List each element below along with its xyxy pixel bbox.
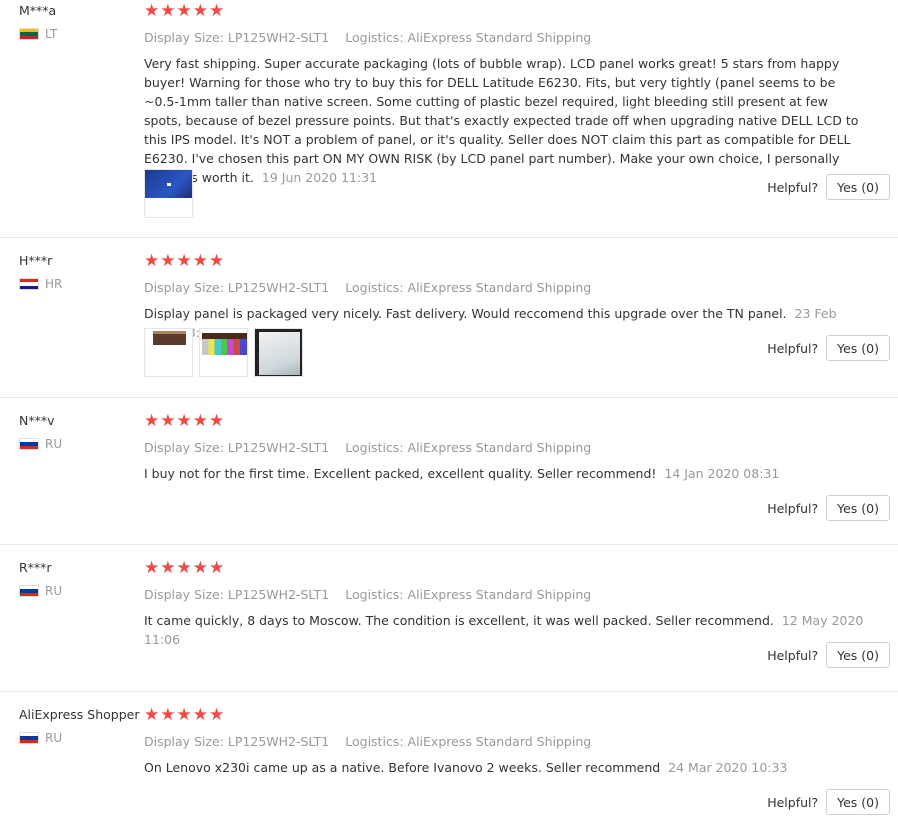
review-meta: Display Size: LP125WH2-SLT1 Logistics: A…: [144, 734, 864, 749]
review-item: R***r RU ★★★★★ Display Size: LP125WH2-SL…: [0, 545, 898, 692]
display-size-label: Display Size:: [144, 280, 224, 295]
review-meta: Display Size: LP125WH2-SLT1 Logistics: A…: [144, 587, 864, 602]
review-date: 19 Jun 2020 11:31: [261, 170, 378, 185]
logistics-value: AliExpress Standard Shipping: [407, 440, 592, 455]
review-body: Very fast shipping. Super accurate packa…: [144, 56, 859, 185]
review-meta: Display Size: LP125WH2-SLT1 Logistics: A…: [144, 280, 864, 295]
display-size-label: Display Size:: [144, 587, 224, 602]
reviewer-country: LT: [19, 27, 139, 41]
reviewer-info: M***a LT: [19, 3, 139, 41]
helpful-section: Helpful? Yes (0): [767, 789, 890, 815]
review-date: 24 Mar 2020 10:33: [668, 760, 788, 775]
review-body: On Lenovo x230i came up as a native. Bef…: [144, 760, 661, 775]
review-text: Very fast shipping. Super accurate packa…: [144, 54, 864, 187]
helpful-section: Helpful? Yes (0): [767, 174, 890, 200]
review-meta: Display Size: LP125WH2-SLT1 Logistics: A…: [144, 30, 864, 45]
review-item: AliExpress Shopper RU ★★★★★ Display Size…: [0, 692, 898, 835]
reviewer-name: AliExpress Shopper: [19, 707, 140, 722]
russia-flag-icon: [19, 585, 39, 597]
display-size-label: Display Size:: [144, 440, 224, 455]
display-size-value: LP125WH2-SLT1: [227, 30, 330, 45]
review-photo-thumbnail[interactable]: [254, 328, 303, 377]
review-photos: [144, 328, 303, 377]
reviewer-info: AliExpress Shopper RU: [19, 707, 139, 745]
helpful-label: Helpful?: [767, 500, 819, 516]
helpful-label: Helpful?: [767, 647, 819, 663]
review-content: ★★★★★ Display Size: LP125WH2-SLT1 Logist…: [144, 707, 864, 777]
logistics-label: Logistics:: [345, 587, 404, 602]
country-code: RU: [45, 731, 63, 745]
review-text: It came quickly, 8 days to Moscow. The c…: [144, 611, 864, 649]
review-photo-thumbnail[interactable]: [144, 169, 193, 218]
country-code: HR: [45, 277, 63, 291]
display-size-value: LP125WH2-SLT1: [227, 734, 330, 749]
reviewer-country: RU: [19, 584, 139, 598]
star-rating: ★★★★★: [144, 705, 226, 725]
review-body: Display panel is packaged very nicely. F…: [144, 306, 787, 321]
reviewer-country: RU: [19, 437, 139, 451]
country-code: RU: [45, 584, 63, 598]
country-code: RU: [45, 437, 63, 451]
review-body: I buy not for the first time. Excellent …: [144, 466, 657, 481]
star-rating: ★★★★★: [144, 1, 226, 21]
reviewer-info: R***r RU: [19, 560, 139, 598]
helpful-yes-button[interactable]: Yes (0): [826, 642, 890, 668]
russia-flag-icon: [19, 438, 39, 450]
review-text: I buy not for the first time. Excellent …: [144, 464, 864, 483]
star-rating: ★★★★★: [144, 251, 226, 271]
review-content: ★★★★★ Display Size: LP125WH2-SLT1 Logist…: [144, 3, 864, 187]
reviewer-info: N***v RU: [19, 413, 139, 451]
display-size-value: LP125WH2-SLT1: [227, 587, 330, 602]
logistics-label: Logistics:: [345, 440, 404, 455]
logistics-label: Logistics:: [345, 30, 404, 45]
logistics-value: AliExpress Standard Shipping: [407, 30, 592, 45]
helpful-section: Helpful? Yes (0): [767, 495, 890, 521]
russia-flag-icon: [19, 732, 39, 744]
reviewer-name: M***a: [19, 3, 57, 18]
star-rating: ★★★★★: [144, 411, 226, 431]
helpful-label: Helpful?: [767, 794, 819, 810]
helpful-yes-button[interactable]: Yes (0): [826, 174, 890, 200]
logistics-value: AliExpress Standard Shipping: [407, 734, 592, 749]
review-photos: [144, 169, 193, 218]
review-photo-thumbnail[interactable]: [199, 328, 248, 377]
review-body: It came quickly, 8 days to Moscow. The c…: [144, 613, 774, 628]
reviewer-country: RU: [19, 731, 139, 745]
display-size-label: Display Size:: [144, 30, 224, 45]
review-meta: Display Size: LP125WH2-SLT1 Logistics: A…: [144, 440, 864, 455]
review-date: 14 Jan 2020 08:31: [664, 466, 780, 481]
country-code: LT: [45, 27, 58, 41]
logistics-label: Logistics:: [345, 734, 404, 749]
display-size-value: LP125WH2-SLT1: [227, 280, 330, 295]
reviewer-name: H***r: [19, 253, 53, 268]
display-size-value: LP125WH2-SLT1: [227, 440, 330, 455]
helpful-yes-button[interactable]: Yes (0): [826, 495, 890, 521]
reviewer-info: H***r HR: [19, 253, 139, 291]
logistics-value: AliExpress Standard Shipping: [407, 280, 592, 295]
review-item: M***a LT ★★★★★ Display Size: LP125WH2-SL…: [0, 0, 898, 238]
star-rating: ★★★★★: [144, 558, 226, 578]
logistics-value: AliExpress Standard Shipping: [407, 587, 592, 602]
review-item: H***r HR ★★★★★ Display Size: LP125WH2-SL…: [0, 238, 898, 398]
lithuania-flag-icon: [19, 28, 39, 40]
helpful-yes-button[interactable]: Yes (0): [826, 335, 890, 361]
reviewer-name: N***v: [19, 413, 55, 428]
review-text: On Lenovo x230i came up as a native. Bef…: [144, 758, 864, 777]
display-size-label: Display Size:: [144, 734, 224, 749]
reviewer-country: HR: [19, 277, 139, 291]
helpful-label: Helpful?: [767, 340, 819, 356]
croatia-flag-icon: [19, 278, 39, 290]
helpful-yes-button[interactable]: Yes (0): [826, 789, 890, 815]
logistics-label: Logistics:: [345, 280, 404, 295]
helpful-section: Helpful? Yes (0): [767, 335, 890, 361]
review-item: N***v RU ★★★★★ Display Size: LP125WH2-SL…: [0, 398, 898, 545]
review-content: ★★★★★ Display Size: LP125WH2-SLT1 Logist…: [144, 413, 864, 483]
helpful-label: Helpful?: [767, 179, 819, 195]
helpful-section: Helpful? Yes (0): [767, 642, 890, 668]
reviewer-name: R***r: [19, 560, 52, 575]
review-photo-thumbnail[interactable]: [144, 328, 193, 377]
review-content: ★★★★★ Display Size: LP125WH2-SLT1 Logist…: [144, 560, 864, 649]
